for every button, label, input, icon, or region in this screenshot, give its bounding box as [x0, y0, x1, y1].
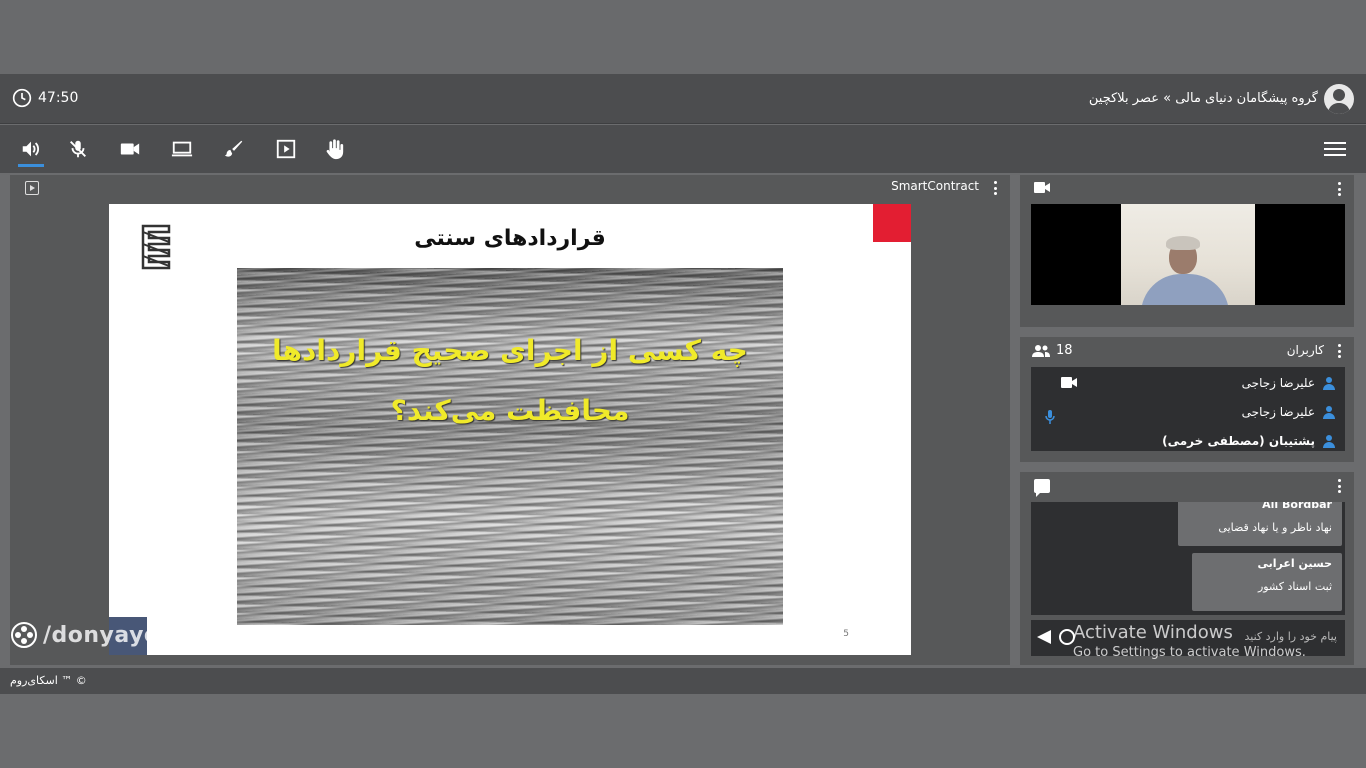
video-camera-icon: [1034, 182, 1050, 193]
video-panel: [1020, 175, 1354, 327]
users-options-icon[interactable]: [1337, 344, 1341, 358]
document-name: SmartContract: [891, 179, 979, 193]
users-count: 18: [1032, 343, 1073, 358]
presenter-video: [1031, 204, 1345, 305]
presentation-icon: [276, 139, 296, 159]
menu-button[interactable]: [1324, 138, 1346, 160]
footer-brand: اسکای‌روم ™ ©: [10, 674, 87, 687]
activation-title: Activate Windows: [1073, 622, 1233, 643]
presentation-panel: SmartContract قراردادهای سنتی چه کسی از …: [10, 175, 1010, 665]
footer-bar: اسکای‌روم ™ ©: [0, 668, 1366, 694]
user-avatar-icon: [1328, 89, 1350, 114]
menu-icon: [1324, 142, 1346, 144]
chat-sender: Ali Bordbar: [1262, 502, 1332, 511]
timer-text: 47:50: [38, 90, 79, 106]
chat-message: Ali Bordbar نهاد ناظر و یا نهاد قضایی: [1178, 502, 1342, 546]
watermark: /donyayemali: [11, 622, 214, 648]
users-label: کاربران: [1286, 343, 1324, 357]
group-icon: [1032, 344, 1050, 357]
chat-text: نهاد ناظر و یا نهاد قضایی: [1218, 521, 1332, 534]
clock-icon: [12, 88, 32, 108]
camera-button[interactable]: [117, 137, 143, 161]
users-count-value: 18: [1056, 343, 1073, 358]
user-icon: [1323, 435, 1335, 448]
screen-share-button[interactable]: [169, 137, 195, 161]
brush-icon: [224, 140, 243, 157]
user-row[interactable]: علیرضا زجاجی: [1031, 372, 1345, 396]
film-reel-icon: [11, 622, 37, 648]
watermark-text: /donyayemali: [43, 622, 215, 648]
video-options-icon[interactable]: [1337, 182, 1341, 196]
speaker-button[interactable]: [18, 137, 44, 167]
header-bar: 47:50 گروه پیشگامان دنیای مالی » عصر بلا…: [0, 74, 1366, 124]
chat-message: حسین اعرابی ثبت اسناد کشور: [1192, 553, 1342, 611]
user-camera-icon: [1061, 377, 1077, 388]
user-icon: [1323, 406, 1335, 419]
slide-image-papers: چه کسی از اجرای صحیح قراردادها محافظت می…: [237, 268, 783, 625]
user-name: علیرضا زجاجی: [1241, 376, 1315, 390]
user-row[interactable]: علیرضا زجاجی: [1031, 401, 1345, 425]
avatar[interactable]: [1324, 84, 1354, 114]
camera-icon: [120, 143, 140, 155]
speaker-icon: [22, 141, 40, 157]
chat-text: ثبت اسناد کشور: [1257, 580, 1332, 593]
user-name: پشتیبان (مصطفی خرمی): [1162, 434, 1315, 448]
raise-hand-icon: [326, 139, 344, 160]
session-timer: 47:50: [12, 88, 78, 108]
slide-page-number: 5: [843, 629, 849, 639]
toolbar: [0, 125, 1366, 173]
presentation-button[interactable]: [273, 137, 299, 161]
slide-question-line-1: چه کسی از اجرای صحیح قراردادها: [272, 334, 748, 367]
slide: قراردادهای سنتی چه کسی از اجرای صحیح قرا…: [109, 204, 911, 655]
bottom-band: [0, 694, 1366, 768]
user-icon: [1323, 377, 1335, 390]
windows-activation-notice: Activate Windows Go to Settings to activ…: [1073, 622, 1306, 660]
activation-subtitle: Go to Settings to activate Windows.: [1073, 645, 1306, 660]
chat-messages[interactable]: Ali Bordbar نهاد ناظر و یا نهاد قضایی حس…: [1031, 502, 1345, 615]
user-row[interactable]: پشتیبان (مصطفی خرمی): [1031, 430, 1345, 454]
users-panel: 18 کاربران علیرضا زجاجی علیرضا زجاجی پشت…: [1020, 337, 1354, 462]
user-name: علیرضا زجاجی: [1241, 405, 1315, 419]
mic-off-icon: [70, 140, 86, 158]
screen-share-icon: [171, 141, 193, 157]
slide-heading: قراردادهای سنتی: [414, 226, 606, 251]
chat-options-icon[interactable]: [1337, 479, 1341, 493]
microphone-button[interactable]: [65, 137, 91, 161]
slide-question-line-2: محافظت می‌کند؟: [390, 394, 630, 427]
room-title: گروه پیشگامان دنیای مالی » عصر بلاکچین: [1088, 91, 1318, 106]
presentation-panel-icon[interactable]: [25, 181, 39, 195]
top-band: [0, 0, 1366, 74]
presentation-options-icon[interactable]: [993, 181, 997, 195]
send-icon[interactable]: [1037, 630, 1051, 644]
user-mic-icon: [1045, 410, 1055, 424]
chat-sender: حسین اعرابی: [1257, 557, 1333, 570]
users-list: علیرضا زجاجی علیرضا زجاجی پشتیبان (مصطفی…: [1031, 367, 1345, 451]
whiteboard-button[interactable]: [221, 137, 247, 161]
raise-hand-button[interactable]: [321, 137, 347, 161]
chat-icon: [1034, 479, 1050, 497]
